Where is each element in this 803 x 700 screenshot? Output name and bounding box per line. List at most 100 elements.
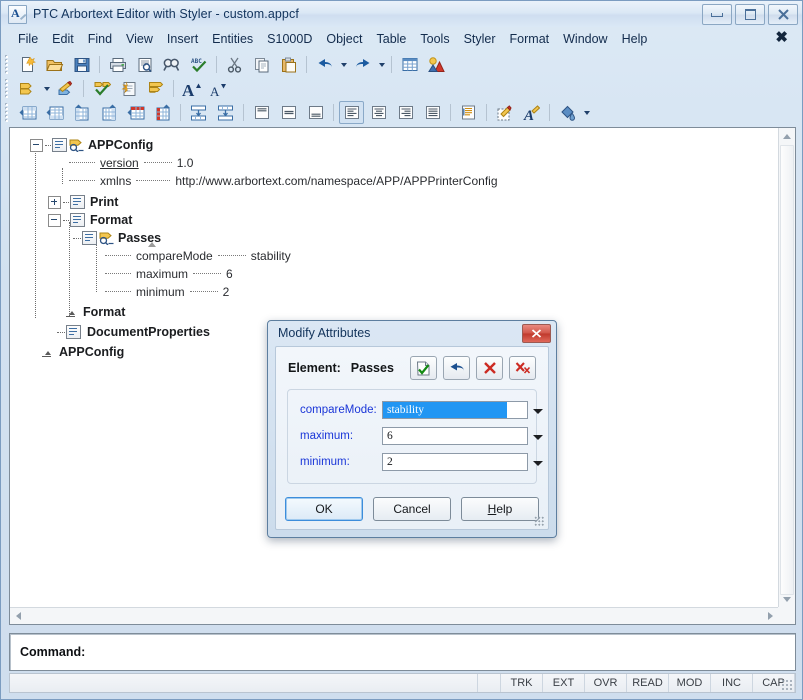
fill-color-dropdown-arrow[interactable] [581,102,592,123]
tree-attribute-comparemode[interactable]: compareMode stability [100,247,778,265]
menu-s1000d[interactable]: S1000D [260,30,319,48]
menu-find[interactable]: Find [81,30,119,48]
collapse-toggle-icon[interactable] [30,138,43,152]
scroll-up-button[interactable] [779,128,795,144]
save-icon[interactable] [69,53,94,76]
insert-column-left-icon[interactable] [69,101,94,124]
status-cell-trk[interactable]: TRK [501,674,543,692]
decrease-font-size-icon[interactable]: A [206,77,231,100]
tree-node-format[interactable]: Format [48,211,778,229]
print-icon[interactable] [105,53,130,76]
undo-icon[interactable] [312,53,337,76]
spell-check-icon[interactable]: ABC [186,53,211,76]
menu-table[interactable]: Table [370,30,414,48]
menu-insert[interactable]: Insert [160,30,205,48]
cancel-button[interactable]: Cancel [373,497,451,521]
paste-icon[interactable] [276,53,301,76]
align-justify-icon[interactable] [420,101,445,124]
scroll-left-button[interactable] [10,608,26,624]
menu-file[interactable]: File [11,30,45,48]
apply-attribute-button[interactable] [410,356,437,380]
help-button[interactable]: Help [461,497,539,521]
expand-toggle-icon[interactable] [48,195,61,209]
modify-tag-icon[interactable] [53,77,78,100]
chevron-down-icon[interactable] [532,431,544,443]
command-bar[interactable]: Command: [9,633,796,671]
align-left-icon[interactable] [339,101,364,124]
align-middle-icon[interactable] [276,101,301,124]
ok-button[interactable]: OK [285,497,363,521]
resize-grip[interactable] [781,679,793,691]
fill-color-icon[interactable] [555,101,580,124]
split-cells-icon[interactable] [213,101,238,124]
menu-window[interactable]: Window [556,30,614,48]
status-cell-mod[interactable]: MOD [669,674,711,692]
redo-dropdown-arrow[interactable] [376,54,387,75]
delete-column-icon[interactable] [150,101,175,124]
dialog-resize-grip[interactable] [534,516,544,526]
dialog-close-button[interactable] [522,324,551,343]
horizontal-scrollbar[interactable] [10,607,778,624]
cut-icon[interactable] [222,53,247,76]
menu-entities[interactable]: Entities [205,30,260,48]
menu-tools[interactable]: Tools [413,30,456,48]
tree-node-appconfig[interactable]: APPConfig [30,136,778,154]
scroll-down-button[interactable] [779,591,795,607]
insert-table-icon[interactable] [397,53,422,76]
menu-format[interactable]: Format [503,30,557,48]
align-bottom-icon[interactable] [303,101,328,124]
menu-help[interactable]: Help [615,30,655,48]
minimize-button[interactable] [702,4,732,25]
menu-edit[interactable]: Edit [45,30,81,48]
tree-attribute-maximum[interactable]: maximum 6 [100,265,778,283]
close-button[interactable] [768,4,798,25]
collapse-toggle-icon[interactable] [48,213,61,227]
menu-view[interactable]: View [119,30,160,48]
merge-cells-icon[interactable] [186,101,211,124]
status-cell-read[interactable]: READ [627,674,669,692]
undo-dropdown-arrow[interactable] [338,54,349,75]
status-cell-ovr[interactable]: OVR [585,674,627,692]
insert-tag-icon[interactable] [15,77,40,100]
vertical-scrollbar-thumb[interactable] [780,145,794,595]
insert-tag-dropdown-arrow[interactable] [41,78,52,99]
menu-styler[interactable]: Styler [457,30,503,48]
redo-icon[interactable] [350,53,375,76]
delete-row-icon[interactable] [123,101,148,124]
chevron-down-icon[interactable] [532,457,544,469]
menu-object[interactable]: Object [319,30,369,48]
comparemode-combobox[interactable]: stability [382,401,543,419]
document-properties-icon[interactable] [116,77,141,100]
maximize-button[interactable] [735,4,765,25]
list-format-icon[interactable] [143,77,168,100]
tree-attribute-minimum[interactable]: minimum 2 [100,283,778,301]
undo-attribute-button[interactable] [443,356,470,380]
tree-node-print[interactable]: Print [48,193,778,211]
chevron-down-icon[interactable] [532,405,544,417]
align-center-icon[interactable] [366,101,391,124]
toolbar-grip[interactable] [4,103,11,122]
vertical-scrollbar[interactable] [778,128,795,607]
insert-column-right-icon[interactable] [96,101,121,124]
find-icon[interactable] [159,53,184,76]
scroll-right-button[interactable] [762,608,778,624]
highlight-icon[interactable] [492,101,517,124]
new-document-icon[interactable] [15,53,40,76]
tree-attribute-xmlns[interactable]: xmlns http://www.arbortext.com/namespace… [64,172,778,190]
align-right-icon[interactable] [393,101,418,124]
close-document-icon[interactable]: ✖ [775,29,788,47]
font-style-icon[interactable]: A [519,101,544,124]
insert-graphic-icon[interactable] [424,53,449,76]
maximum-combobox[interactable]: 6 [382,427,543,445]
paragraph-format-icon[interactable] [456,101,481,124]
delete-attribute-button[interactable] [476,356,503,380]
delete-all-attributes-button[interactable] [509,356,536,380]
status-cell-inc[interactable]: INC [711,674,753,692]
status-cell-ext[interactable]: EXT [543,674,585,692]
tree-node-passes[interactable]: Passes [72,229,778,247]
tree-attribute-version[interactable]: version 1.0 [64,154,778,172]
dialog-title-bar[interactable]: Modify Attributes [268,321,556,345]
insert-row-below-icon[interactable] [42,101,67,124]
minimum-combobox[interactable]: 2 [382,453,543,471]
copy-icon[interactable] [249,53,274,76]
